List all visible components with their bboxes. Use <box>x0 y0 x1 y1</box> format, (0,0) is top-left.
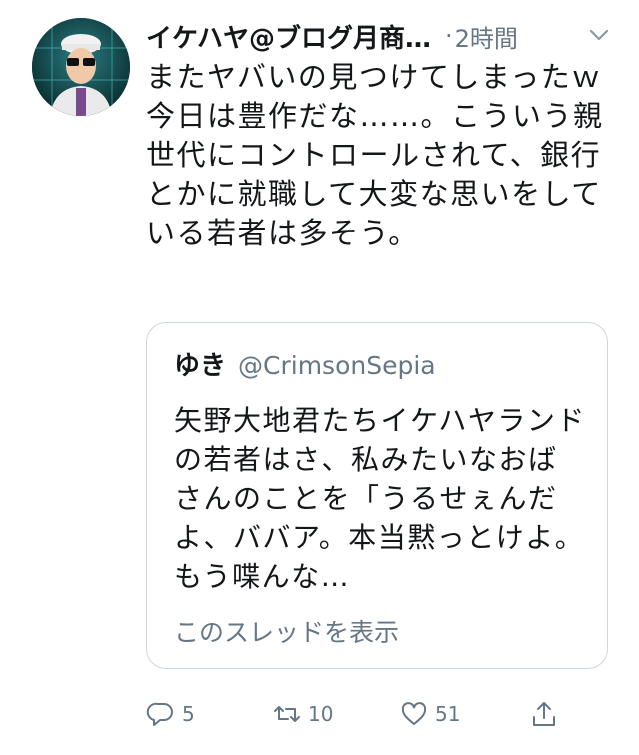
reply-count: 5 <box>182 702 195 726</box>
heart-icon <box>399 699 429 729</box>
quoted-tweet-text: 矢野大地君たちイケハヤランドの若者はさ、私みたいなおばさんのことを「うるせぇんだ… <box>174 404 586 593</box>
reply-icon <box>146 699 176 729</box>
retweet-icon <box>272 699 302 729</box>
chevron-down-icon[interactable] <box>586 22 612 48</box>
like-count: 51 <box>435 702 461 726</box>
like-button[interactable]: 51 <box>399 694 460 734</box>
retweet-count: 10 <box>308 702 334 726</box>
share-button[interactable] <box>529 694 559 734</box>
retweet-button[interactable]: 10 <box>272 694 333 734</box>
separator: · <box>444 22 453 50</box>
timestamp[interactable]: 2時間 <box>455 19 518 54</box>
tweet[interactable]: イケハヤ@ブログ月商… · 2時間 またヤバいの見つけてしまったｗ 今日は豊作だ… <box>0 0 639 755</box>
quoted-tweet-header: ゆき @CrimsonSepia <box>174 345 436 382</box>
action-bar: 5 10 51 <box>146 694 606 734</box>
reply-button[interactable]: 5 <box>146 694 195 734</box>
tweet-text: またヤバいの見つけてしまったｗ 今日は豊作だな……。こういう親世代にコントロール… <box>146 60 604 250</box>
quoted-author-name: ゆき <box>174 351 227 381</box>
quoted-author-handle: @CrimsonSepia <box>238 351 436 380</box>
share-icon <box>529 699 559 729</box>
author-name[interactable]: イケハヤ@ブログ月商… <box>146 18 431 55</box>
tweet-header: イケハヤ@ブログ月商… · 2時間 <box>146 14 616 58</box>
avatar-image <box>32 18 130 116</box>
show-thread-link[interactable]: このスレッドを表示 <box>174 613 399 649</box>
quoted-tweet[interactable]: ゆき @CrimsonSepia 矢野大地君たちイケハヤランドの若者はさ、私みた… <box>146 322 608 669</box>
avatar[interactable] <box>32 18 130 116</box>
